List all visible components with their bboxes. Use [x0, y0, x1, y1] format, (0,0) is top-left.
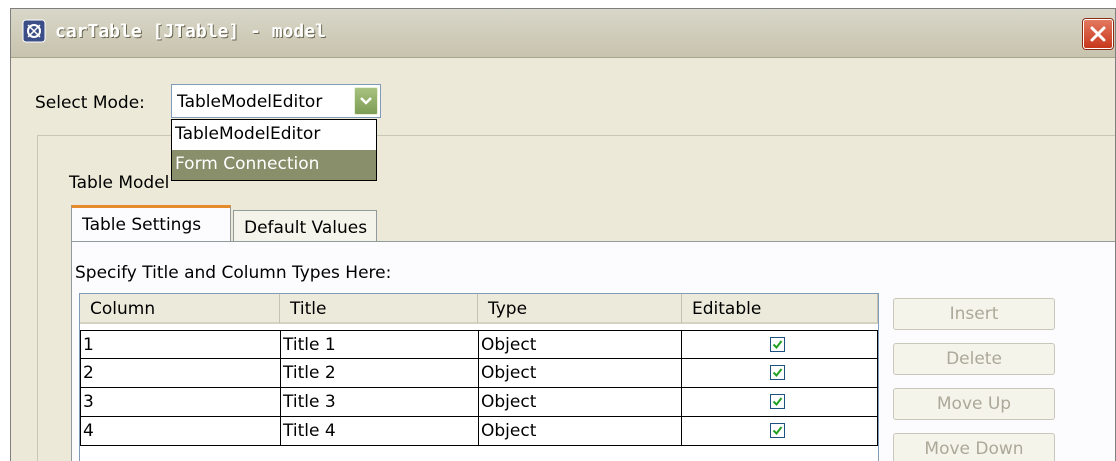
- cell-column[interactable]: 3: [80, 388, 281, 417]
- header-editable[interactable]: Editable: [682, 294, 878, 324]
- close-button[interactable]: [1083, 19, 1113, 49]
- instruction-label: Specify Title and Column Types Here:: [75, 263, 392, 283]
- header-label: Column: [90, 299, 156, 319]
- select-mode-combo[interactable]: TableModelEditor: [171, 84, 381, 118]
- dropdown-button[interactable]: [354, 87, 378, 115]
- cell-text: 3: [83, 392, 94, 412]
- insert-button[interactable]: Insert: [893, 298, 1055, 330]
- cell-editable[interactable]: [682, 388, 878, 417]
- cell-editable[interactable]: [682, 330, 878, 359]
- tab-table-settings[interactable]: Table Settings: [71, 205, 231, 242]
- cell-text: Object: [481, 392, 537, 412]
- cell-text: Title 2: [283, 363, 336, 383]
- delete-button[interactable]: Delete: [893, 343, 1055, 375]
- chevron-down-icon: [360, 97, 372, 105]
- cell-text: 2: [83, 363, 94, 383]
- cell-type[interactable]: Object: [479, 330, 682, 359]
- move-down-button[interactable]: Move Down: [893, 433, 1055, 461]
- title-bar[interactable]: carTable [JTable] - model: [11, 9, 1115, 58]
- cell-type[interactable]: Object: [479, 417, 682, 446]
- cell-type[interactable]: Object: [479, 359, 682, 388]
- header-label: Title: [290, 299, 327, 319]
- dialog-window: carTable [JTable] - model Select Mode: T…: [10, 8, 1116, 461]
- header-label: Editable: [692, 299, 762, 319]
- cell-type[interactable]: Object: [479, 388, 682, 417]
- checkmark-icon: [772, 368, 783, 378]
- cell-title[interactable]: Title 3: [281, 388, 479, 417]
- header-title[interactable]: Title: [280, 294, 478, 324]
- tab-default-values[interactable]: Default Values: [233, 210, 377, 244]
- column-table[interactable]: Column Title Type Editable 1 Title 1 Obj…: [79, 293, 879, 461]
- mode-dropdown-list[interactable]: TableModelEditor Form Connection: [171, 119, 377, 181]
- cell-editable[interactable]: [682, 359, 878, 388]
- table-row[interactable]: 1 Title 1 Object 2 Title 2 Object 3 Titl…: [80, 330, 880, 446]
- cell-column[interactable]: 2: [80, 359, 281, 388]
- cell-text: 1: [83, 335, 94, 355]
- editable-checkbox[interactable]: [770, 337, 785, 352]
- cell-text: Title 3: [283, 392, 336, 412]
- table-model-label: Table Model: [69, 173, 170, 193]
- cell-text: Object: [481, 335, 537, 355]
- cell-title[interactable]: Title 4: [281, 417, 479, 446]
- app-logo-icon: [22, 19, 46, 43]
- header-label: Type: [488, 299, 528, 319]
- cell-text: Title 4: [283, 421, 336, 441]
- cell-column[interactable]: 1: [80, 330, 281, 359]
- cell-text: Title 1: [283, 335, 336, 355]
- cell-title[interactable]: Title 1: [281, 330, 479, 359]
- move-up-button[interactable]: Move Up: [893, 388, 1055, 420]
- tab-label: Table Settings: [82, 215, 202, 235]
- cell-text: 4: [83, 421, 94, 441]
- checkmark-icon: [772, 426, 783, 436]
- cell-column[interactable]: 4: [80, 417, 281, 446]
- editable-checkbox[interactable]: [770, 394, 785, 409]
- window-title: carTable [JTable] - model: [55, 21, 326, 42]
- cell-text: Object: [481, 363, 537, 383]
- editable-checkbox[interactable]: [770, 423, 785, 438]
- cell-text: Object: [481, 421, 537, 441]
- cell-editable[interactable]: [682, 417, 878, 446]
- cell-title[interactable]: Title 2: [281, 359, 479, 388]
- select-mode-label: Select Mode:: [35, 93, 145, 113]
- header-column[interactable]: Column: [80, 294, 280, 324]
- editable-checkbox[interactable]: [770, 365, 785, 380]
- header-type[interactable]: Type: [478, 294, 682, 324]
- checkmark-icon: [772, 340, 783, 350]
- tab-label: Default Values: [244, 218, 368, 238]
- checkmark-icon: [772, 397, 783, 407]
- dropdown-option-tablemodeleditor[interactable]: TableModelEditor: [172, 120, 376, 150]
- close-icon: [1090, 26, 1106, 42]
- select-mode-value: TableModelEditor: [177, 92, 323, 112]
- dropdown-option-form-connection[interactable]: Form Connection: [172, 150, 376, 180]
